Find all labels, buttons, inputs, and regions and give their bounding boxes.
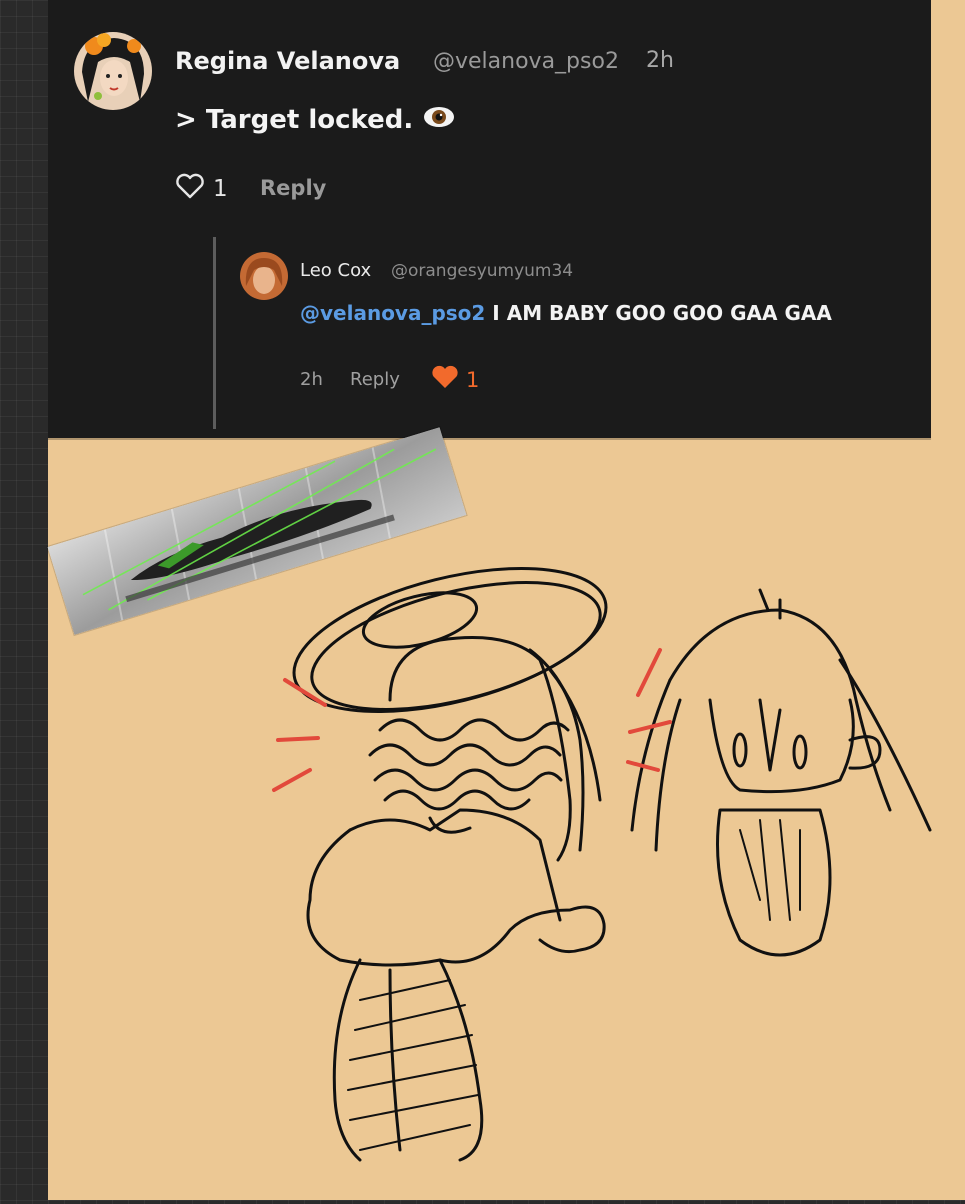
like-count: 1 — [213, 176, 228, 202]
comment-panel: Regina Velanova @velanova_pso2 2h > Targ… — [48, 0, 931, 438]
mention-link[interactable]: @velanova_pso2 — [300, 301, 485, 325]
reply-button[interactable]: Reply — [260, 176, 326, 200]
avatar[interactable] — [74, 32, 152, 110]
reply-body: @velanova_pso2 I AM BABY GOO GOO GAA GAA — [300, 301, 832, 325]
character-sketch — [240, 500, 965, 1200]
comment-body: > Target locked. — [175, 105, 455, 135]
comment-author-handle[interactable]: @velanova_pso2 — [433, 49, 619, 74]
like-button[interactable]: 1 — [175, 173, 228, 205]
comment-timestamp: 2h — [646, 48, 674, 73]
reply-like-count: 1 — [466, 367, 480, 392]
reply-like-button[interactable]: 1 — [430, 364, 479, 395]
comment-text: > Target locked. — [175, 105, 414, 135]
comment-author-name[interactable]: Regina Velanova — [175, 47, 400, 75]
reply-avatar[interactable] — [240, 252, 288, 300]
reply-text: I AM BABY GOO GOO GAA GAA — [485, 301, 832, 325]
reply-author-name[interactable]: Leo Cox — [300, 260, 371, 281]
reply-reply-button[interactable]: Reply — [350, 369, 400, 390]
reply-author-handle[interactable]: @orangesyumyum34 — [391, 261, 573, 281]
thread-line — [213, 237, 216, 429]
heart-filled-icon — [430, 364, 460, 395]
heart-outline-icon — [175, 173, 205, 205]
eye-emoji — [423, 105, 455, 135]
reply-timestamp: 2h — [300, 369, 323, 390]
